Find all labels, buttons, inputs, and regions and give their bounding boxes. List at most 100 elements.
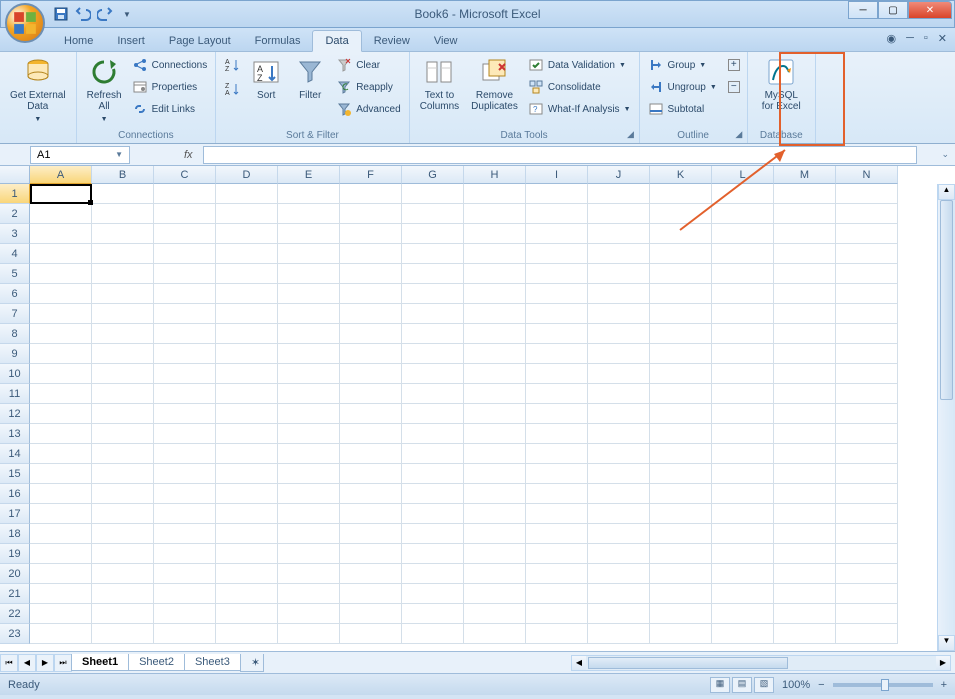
cell[interactable]: [216, 524, 278, 544]
cell[interactable]: [340, 544, 402, 564]
cell[interactable]: [774, 224, 836, 244]
row-header-8[interactable]: 8: [0, 324, 30, 344]
cell[interactable]: [278, 264, 340, 284]
tab-view[interactable]: View: [422, 31, 470, 51]
row-header-3[interactable]: 3: [0, 224, 30, 244]
cell[interactable]: [278, 364, 340, 384]
cells[interactable]: [30, 184, 937, 651]
cell[interactable]: [278, 464, 340, 484]
cell[interactable]: [30, 264, 92, 284]
cell[interactable]: [588, 464, 650, 484]
cell[interactable]: [588, 244, 650, 264]
cell[interactable]: [216, 224, 278, 244]
cell[interactable]: [154, 484, 216, 504]
cell[interactable]: [650, 204, 712, 224]
cell[interactable]: [464, 524, 526, 544]
cell[interactable]: [30, 544, 92, 564]
cell[interactable]: [588, 624, 650, 644]
cell[interactable]: [526, 344, 588, 364]
cell[interactable]: [30, 304, 92, 324]
cell[interactable]: [340, 564, 402, 584]
cell[interactable]: [30, 464, 92, 484]
column-header-F[interactable]: F: [340, 166, 402, 184]
cell[interactable]: [340, 464, 402, 484]
tab-data[interactable]: Data: [312, 30, 361, 52]
cell[interactable]: [92, 204, 154, 224]
cell[interactable]: [464, 344, 526, 364]
row-header-2[interactable]: 2: [0, 204, 30, 224]
cell[interactable]: [712, 204, 774, 224]
cell[interactable]: [216, 184, 278, 204]
cell[interactable]: [154, 204, 216, 224]
cell[interactable]: [836, 564, 898, 584]
cell[interactable]: [154, 184, 216, 204]
cell[interactable]: [836, 544, 898, 564]
office-button[interactable]: [5, 3, 45, 43]
sheet-tab-sheet1[interactable]: Sheet1: [71, 654, 129, 671]
cell[interactable]: [588, 304, 650, 324]
cell[interactable]: [402, 284, 464, 304]
cell[interactable]: [774, 484, 836, 504]
cell[interactable]: [154, 564, 216, 584]
cell[interactable]: [650, 484, 712, 504]
sheet-tab-sheet3[interactable]: Sheet3: [184, 654, 241, 671]
formula-input[interactable]: [203, 146, 918, 164]
cell[interactable]: [588, 424, 650, 444]
cell[interactable]: [216, 304, 278, 324]
data-validation-button[interactable]: Data Validation ▼: [526, 54, 633, 76]
cell[interactable]: [836, 584, 898, 604]
cell[interactable]: [278, 184, 340, 204]
zoom-level[interactable]: 100%: [782, 679, 810, 691]
cell[interactable]: [216, 564, 278, 584]
cell[interactable]: [154, 604, 216, 624]
cell[interactable]: [30, 624, 92, 644]
cell[interactable]: [712, 444, 774, 464]
cell[interactable]: [278, 444, 340, 464]
cell[interactable]: [216, 344, 278, 364]
cell[interactable]: [30, 404, 92, 424]
undo-icon[interactable]: [75, 6, 91, 22]
group-button[interactable]: Group ▼: [646, 54, 719, 76]
cell[interactable]: [154, 364, 216, 384]
cell[interactable]: [588, 404, 650, 424]
column-header-N[interactable]: N: [836, 166, 898, 184]
zoom-out-button[interactable]: −: [818, 679, 824, 691]
cell[interactable]: [402, 344, 464, 364]
cell[interactable]: [712, 624, 774, 644]
cell[interactable]: [278, 344, 340, 364]
cell[interactable]: [30, 484, 92, 504]
cell[interactable]: [588, 264, 650, 284]
cell[interactable]: [650, 324, 712, 344]
cell[interactable]: [154, 284, 216, 304]
mysql-for-excel-button[interactable]: MySQL for Excel: [758, 54, 805, 114]
select-all-corner[interactable]: [0, 166, 30, 184]
show-detail-button[interactable]: +: [727, 54, 741, 76]
refresh-all-button[interactable]: Refresh All ▼: [83, 54, 126, 127]
cell[interactable]: [340, 424, 402, 444]
cell[interactable]: [402, 264, 464, 284]
cell[interactable]: [650, 624, 712, 644]
cell[interactable]: [92, 344, 154, 364]
scroll-thumb[interactable]: [940, 200, 953, 400]
cell[interactable]: [154, 304, 216, 324]
vertical-scrollbar[interactable]: ▲ ▼: [937, 184, 955, 651]
column-header-C[interactable]: C: [154, 166, 216, 184]
cell[interactable]: [154, 464, 216, 484]
cell[interactable]: [774, 364, 836, 384]
cell[interactable]: [92, 244, 154, 264]
cell[interactable]: [216, 244, 278, 264]
cell[interactable]: [340, 624, 402, 644]
cell[interactable]: [526, 464, 588, 484]
cell[interactable]: [278, 244, 340, 264]
cell[interactable]: [464, 424, 526, 444]
cell[interactable]: [774, 444, 836, 464]
new-sheet-button[interactable]: ✶: [240, 654, 264, 672]
cell[interactable]: [774, 464, 836, 484]
cell[interactable]: [402, 424, 464, 444]
cell[interactable]: [836, 444, 898, 464]
cell[interactable]: [278, 504, 340, 524]
cell[interactable]: [154, 264, 216, 284]
cell[interactable]: [836, 284, 898, 304]
cell[interactable]: [526, 584, 588, 604]
advanced-filter-button[interactable]: Advanced: [334, 98, 402, 120]
